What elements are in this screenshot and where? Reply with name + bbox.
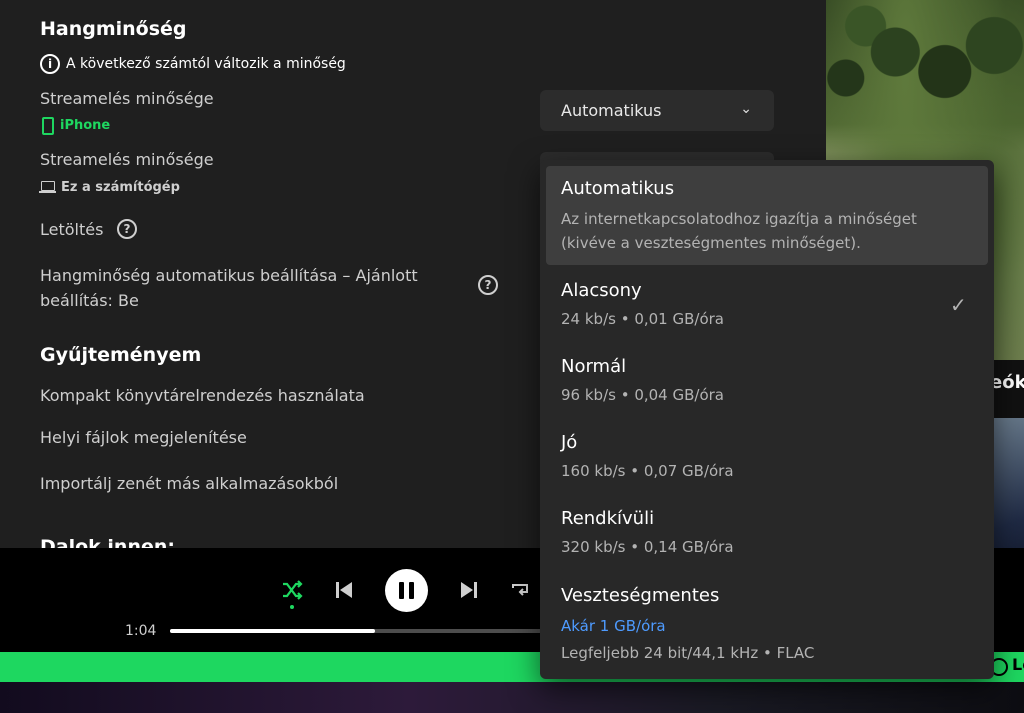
option-low[interactable]: Alacsony 24 kb/s • 0,01 GB/óra ✓	[540, 268, 994, 338]
option-label: Veszteségmentes	[561, 585, 720, 606]
chevron-down-icon: ⌄	[740, 101, 752, 117]
option-label: Normál	[561, 356, 627, 377]
side-partial-title: eók	[990, 372, 1024, 393]
option-desc: 160 kb/s • 0,07 GB/óra	[561, 462, 734, 480]
option-very-high[interactable]: Rendkívüli 320 kb/s • 0,14 GB/óra	[540, 496, 994, 566]
streaming-quality-label-computer: Streamelés minősége	[40, 150, 214, 169]
option-normal[interactable]: Normál 96 kb/s • 0,04 GB/óra	[540, 344, 994, 414]
option-label: Jó	[561, 432, 578, 453]
previous-icon[interactable]	[334, 580, 354, 600]
connect-bar-text: Le	[1012, 655, 1024, 674]
elapsed-time: 1:04	[125, 623, 157, 639]
repeat-icon[interactable]	[509, 579, 531, 601]
check-icon: ✓	[950, 293, 967, 317]
option-automatic[interactable]: Automatikus Az internetkapcsolatodhoz ig…	[540, 160, 994, 266]
device-computer: Ez a számítógép	[61, 180, 180, 195]
option-desc: 96 kb/s • 0,04 GB/óra	[561, 386, 724, 404]
quality-notice: A következő számtól változik a minőség	[66, 56, 346, 72]
option-good[interactable]: Jó 160 kb/s • 0,07 GB/óra	[540, 420, 994, 490]
option-desc: 24 kb/s • 0,01 GB/óra	[561, 310, 724, 328]
help-icon[interactable]: ?	[478, 275, 498, 295]
pause-icon	[399, 582, 404, 599]
desktop-strip	[0, 682, 1024, 713]
local-files-label: Helyi fájlok megjelenítése	[40, 428, 247, 447]
shuffle-icon[interactable]	[280, 578, 304, 602]
songs-from-heading: Dalok innen:	[40, 536, 175, 548]
streaming-quality-value: Automatikus	[561, 101, 662, 120]
help-icon[interactable]: ?	[117, 219, 137, 239]
option-desc: 320 kb/s • 0,14 GB/óra	[561, 538, 734, 556]
option-label: Alacsony	[561, 280, 642, 301]
pause-button[interactable]	[385, 569, 428, 612]
option-label: Automatikus	[561, 178, 675, 199]
compact-library-label: Kompakt könyvtárelrendezés használata	[40, 386, 365, 405]
background-trees	[826, 0, 1024, 130]
download-label: Letöltés	[40, 220, 104, 239]
shuffle-active-dot	[290, 605, 294, 609]
device-iphone: iPhone	[60, 118, 111, 133]
laptop-base	[39, 191, 56, 193]
laptop-icon	[41, 181, 55, 191]
option-label: Rendkívüli	[561, 508, 655, 529]
option-desc: Legfeljebb 24 bit/44,1 kHz • FLAC	[561, 644, 815, 662]
streaming-quality-label-iphone: Streamelés minősége	[40, 89, 214, 108]
option-desc: Az internetkapcsolatodhoz igazítja a min…	[561, 210, 917, 252]
option-lossless[interactable]: Veszteségmentes Akár 1 GB/óra Legfeljebb…	[540, 572, 994, 672]
progress-fill	[170, 629, 375, 633]
phone-icon	[42, 117, 54, 135]
streaming-quality-select[interactable]: Automatikus ⌄	[540, 90, 774, 131]
info-icon: i	[40, 54, 60, 74]
audio-quality-heading: Hangminőség	[40, 18, 187, 40]
option-highlight: Akár 1 GB/óra	[561, 617, 666, 635]
auto-adjust-label: Hangminőség automatikus beállítása – Ajá…	[40, 266, 418, 310]
collection-heading: Gyűjteményem	[40, 344, 202, 366]
next-icon[interactable]	[459, 580, 479, 600]
import-music-label: Importálj zenét más alkalmazásokból	[40, 474, 339, 493]
pause-icon-bar	[409, 582, 414, 599]
quality-dropdown: Automatikus Az internetkapcsolatodhoz ig…	[540, 160, 994, 679]
